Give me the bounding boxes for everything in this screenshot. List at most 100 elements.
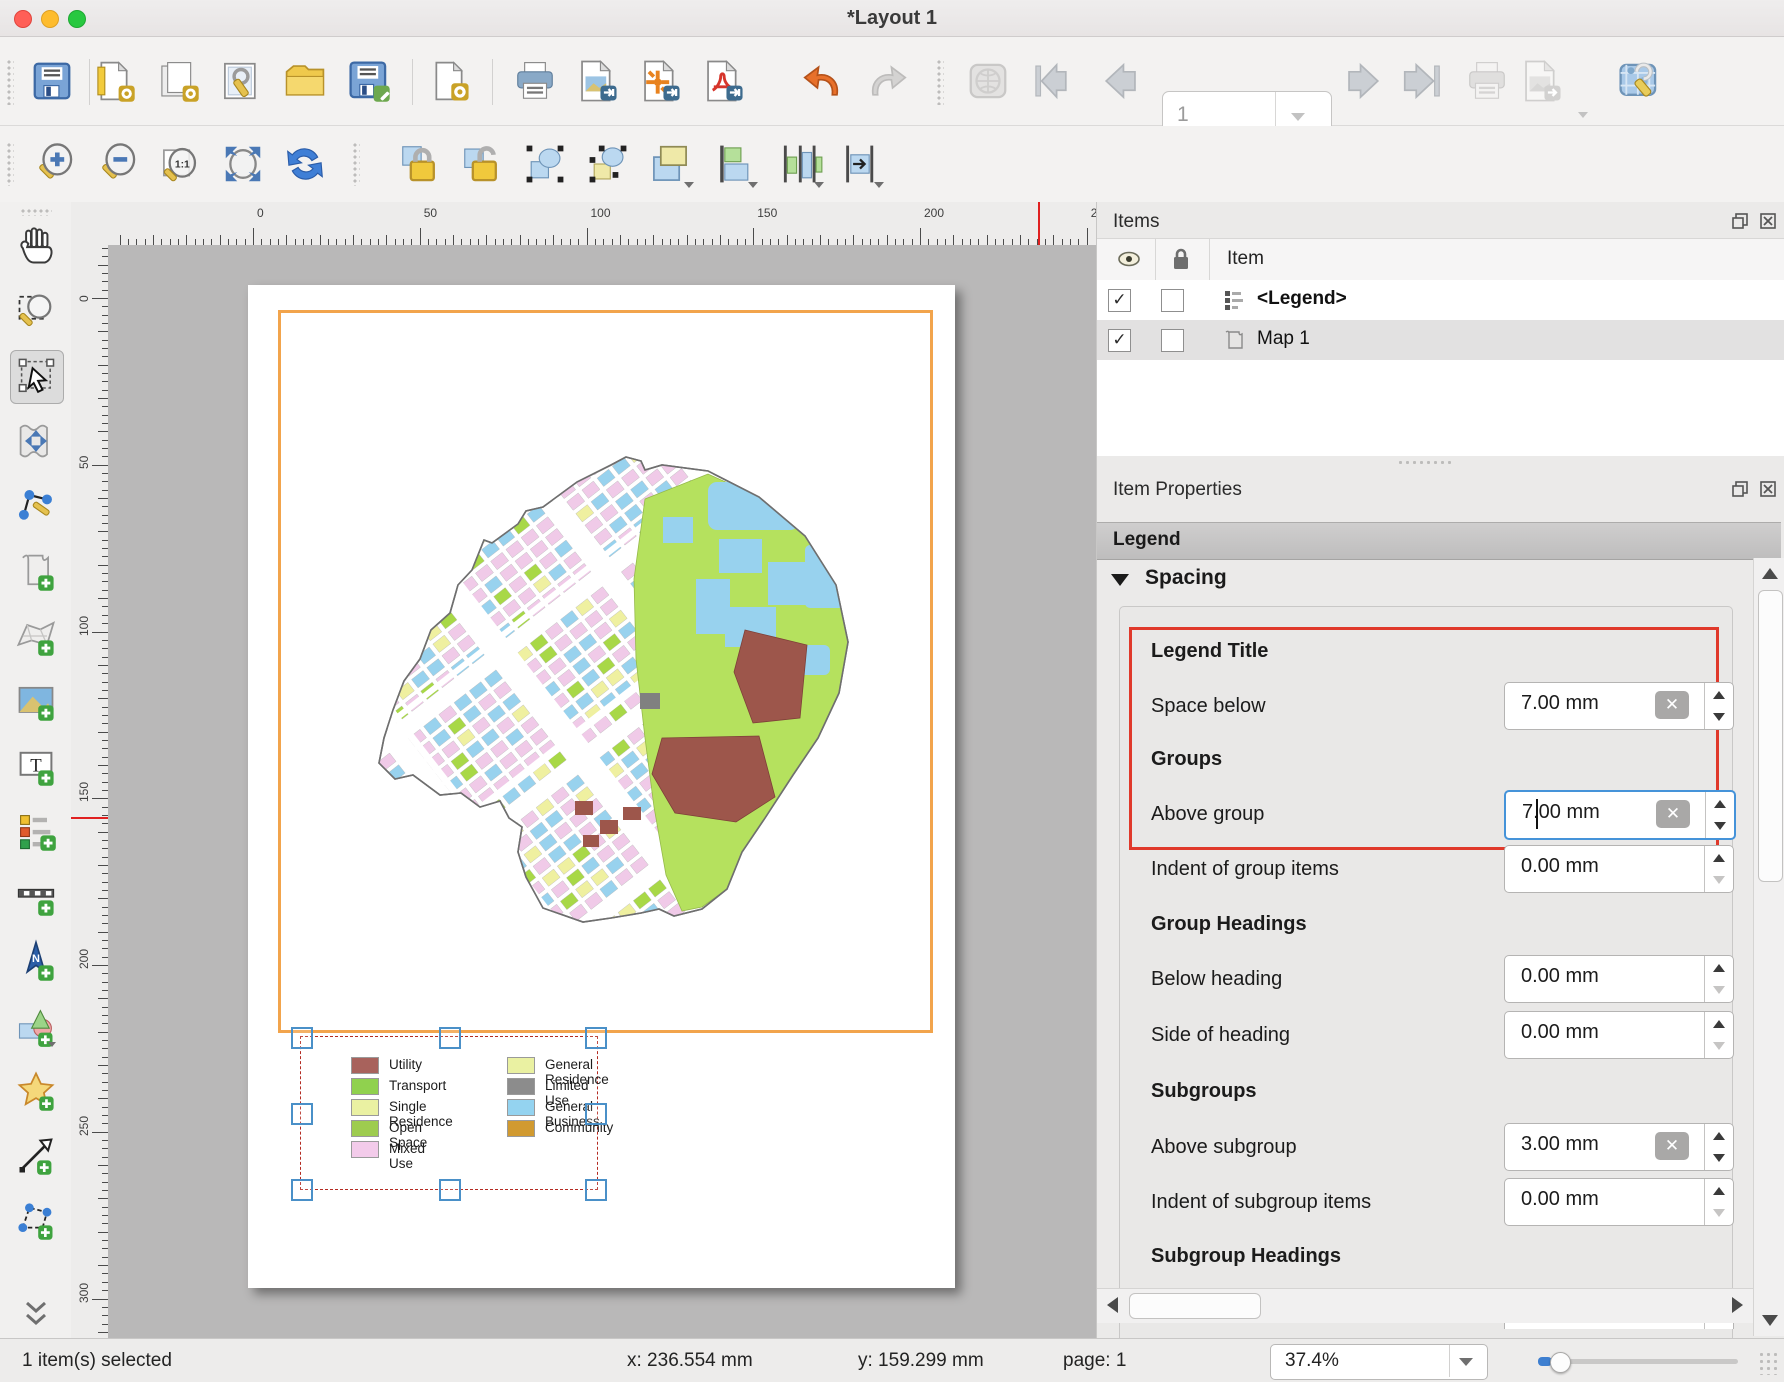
spinner-buttons[interactable] (1704, 846, 1733, 892)
spinner-buttons[interactable] (1704, 956, 1733, 1002)
add-page-tool-button[interactable] (10, 545, 62, 597)
add-north-arrow-tool-button[interactable]: N (10, 935, 62, 987)
visibility-checkbox[interactable]: ✓ (1108, 289, 1131, 312)
spinner-buttons[interactable] (1704, 683, 1733, 729)
resize-items-button[interactable] (834, 138, 886, 190)
toolbar-grip[interactable] (6, 142, 14, 186)
items-row-legend[interactable]: ✓ <Legend> (1097, 280, 1784, 320)
align-items-button[interactable] (708, 138, 760, 190)
export-as-svg-button[interactable] (634, 55, 686, 107)
spinner-buttons[interactable] (1704, 1124, 1733, 1170)
scrollbar-thumb[interactable] (1758, 590, 1783, 882)
items-panel-close-button[interactable] (1757, 210, 1779, 232)
item-properties-float-button[interactable] (1729, 478, 1751, 500)
add-shape-dropdown-icon[interactable] (48, 1042, 56, 1047)
above-group-spinbox-focused[interactable]: 7.00 mm ✕ (1504, 790, 1736, 840)
layout-canvas[interactable]: Utility Transport Single Residence Open … (108, 245, 1096, 1338)
spin-up-icon[interactable] (1713, 1132, 1725, 1140)
spin-up-icon[interactable] (1713, 691, 1725, 699)
print-layout-button[interactable] (509, 55, 561, 107)
ungroup-items-button[interactable] (582, 138, 634, 190)
space-below-spinbox[interactable]: 7.00 mm ✕ (1504, 682, 1734, 730)
item-properties-close-button[interactable] (1757, 478, 1779, 500)
spin-up-icon[interactable] (1714, 800, 1726, 808)
add-label-tool-button[interactable]: T (10, 740, 62, 792)
spinner-buttons[interactable] (1705, 792, 1734, 838)
toolbar-grip[interactable] (20, 208, 52, 216)
selection-handle[interactable] (291, 1179, 313, 1201)
side-heading-spinbox[interactable]: 0.00 mm (1504, 1011, 1734, 1059)
new-layout-button[interactable] (88, 55, 140, 107)
export-as-pdf-button[interactable] (697, 55, 749, 107)
spinner-buttons[interactable] (1704, 1179, 1733, 1225)
save-as-template-button[interactable] (343, 55, 395, 107)
zoom-out-button[interactable] (92, 138, 144, 190)
distribute-items-dropdown-icon[interactable] (814, 182, 824, 188)
zoom-level-combobox[interactable]: 37.4% (1270, 1344, 1488, 1380)
spin-up-icon[interactable] (1713, 1020, 1725, 1028)
visibility-checkbox[interactable]: ✓ (1108, 329, 1131, 352)
spin-down-icon[interactable] (1713, 1209, 1725, 1217)
below-heading-spinbox[interactable]: 0.00 mm (1504, 955, 1734, 1003)
spin-down-icon[interactable] (1714, 822, 1726, 830)
atlas-last-feature-button[interactable] (1396, 55, 1448, 107)
add-scalebar-tool-button[interactable] (10, 870, 62, 922)
layout-manager-button[interactable] (215, 55, 267, 107)
spin-up-icon[interactable] (1713, 1187, 1725, 1195)
add-marker-tool-button[interactable] (10, 1065, 62, 1117)
export-as-image-button[interactable] (571, 55, 623, 107)
refresh-view-button[interactable] (279, 138, 331, 190)
legend-item-selected[interactable]: Utility Transport Single Residence Open … (300, 1036, 598, 1190)
slider-handle[interactable] (1550, 1352, 1571, 1373)
print-atlas-button[interactable] (1461, 55, 1513, 107)
clear-value-button[interactable]: ✕ (1655, 691, 1689, 719)
redo-button[interactable] (862, 55, 914, 107)
spin-down-icon[interactable] (1713, 876, 1725, 884)
add-node-item-tool-button[interactable] (10, 1195, 62, 1247)
scrollbar-thumb[interactable] (1129, 1293, 1261, 1319)
add-legend-tool-button[interactable] (10, 805, 62, 857)
spin-down-icon[interactable] (1713, 986, 1725, 994)
scroll-left-arrow-icon[interactable] (1107, 1297, 1118, 1313)
zoom-slider[interactable] (1538, 1359, 1738, 1364)
open-template-button[interactable] (279, 55, 331, 107)
move-item-content-tool-button[interactable] (10, 415, 62, 467)
add-pages-button[interactable] (423, 55, 475, 107)
above-subgroup-spinbox[interactable]: 3.00 mm ✕ (1504, 1123, 1734, 1171)
atlas-previous-feature-button[interactable] (1094, 55, 1146, 107)
selection-handle[interactable] (585, 1027, 607, 1049)
selection-handle[interactable] (291, 1027, 313, 1049)
atlas-first-feature-button[interactable] (1026, 55, 1078, 107)
zoom-in-button[interactable] (29, 138, 81, 190)
clear-value-button[interactable]: ✕ (1655, 1132, 1689, 1160)
properties-vertical-scrollbar[interactable] (1753, 558, 1784, 1336)
selection-handle[interactable] (439, 1179, 461, 1201)
selection-handle[interactable] (585, 1103, 607, 1125)
select-move-item-tool-button[interactable] (10, 350, 64, 404)
add-map-tool-button[interactable] (10, 610, 62, 662)
panel-splitter-handle[interactable] (1397, 459, 1451, 465)
zoom-actual-size-button[interactable]: 1:1 (154, 138, 206, 190)
section-collapse-arrow-icon[interactable] (1111, 574, 1129, 586)
toolbox-collapse-button[interactable] (10, 1288, 62, 1340)
spin-down-icon[interactable] (1713, 1154, 1725, 1162)
save-project-button[interactable] (26, 55, 78, 107)
indent-group-spinbox[interactable]: 0.00 mm (1504, 845, 1734, 893)
align-items-dropdown-icon[interactable] (748, 182, 758, 188)
raise-items-button[interactable] (644, 138, 696, 190)
zoom-tool-button[interactable] (10, 285, 62, 337)
duplicate-layout-button[interactable] (152, 55, 204, 107)
toolbar-grip[interactable] (352, 142, 360, 186)
lock-checkbox[interactable] (1161, 289, 1184, 312)
selection-handle[interactable] (439, 1027, 461, 1049)
window-resize-grip[interactable] (1758, 1351, 1778, 1375)
scroll-up-arrow-icon[interactable] (1762, 568, 1778, 579)
group-items-button[interactable] (519, 138, 571, 190)
lock-checkbox[interactable] (1161, 329, 1184, 352)
atlas-preview-button[interactable] (962, 55, 1014, 107)
properties-scroll-area[interactable]: Spacing Legend Title Space below 7.00 mm… (1097, 558, 1753, 1382)
items-panel-float-button[interactable] (1729, 210, 1751, 232)
map-item-frame[interactable] (278, 310, 933, 1033)
indent-subgroup-spinbox[interactable]: 0.00 mm (1504, 1178, 1734, 1226)
selection-handle[interactable] (291, 1103, 313, 1125)
